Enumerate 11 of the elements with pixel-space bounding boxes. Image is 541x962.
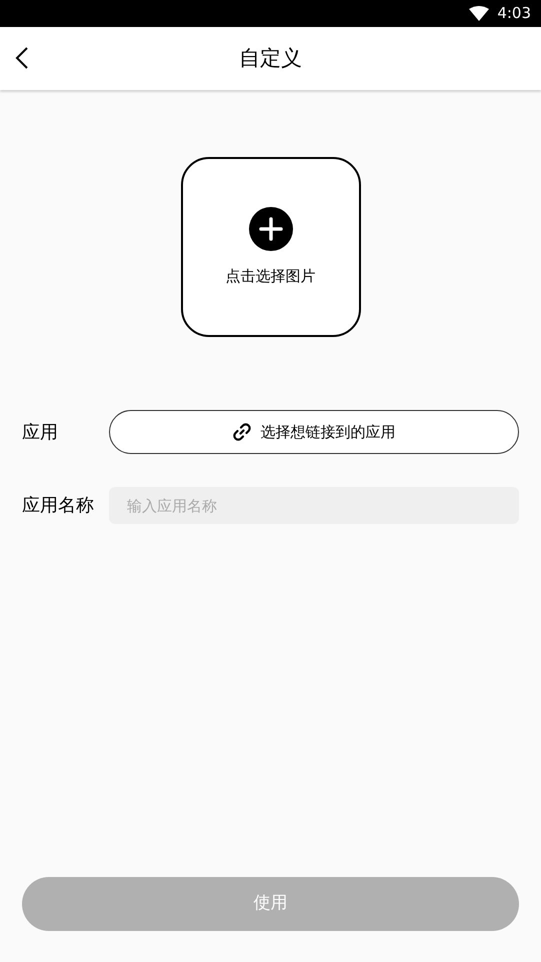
- page-title: 自定义: [239, 44, 302, 72]
- link-icon: [232, 423, 250, 441]
- wifi-icon: [469, 6, 490, 21]
- back-icon: [15, 46, 29, 70]
- app-name-label: 应用名称: [22, 494, 95, 518]
- add-icon: [248, 206, 292, 251]
- app-name-field[interactable]: 输入应用名称: [109, 487, 519, 524]
- app-label: 应用: [22, 420, 59, 444]
- status-time: 4:03: [497, 3, 531, 24]
- image-picker[interactable]: 点击选择图片: [180, 157, 360, 337]
- select-app-button[interactable]: 选择想链接到的应用: [109, 410, 519, 454]
